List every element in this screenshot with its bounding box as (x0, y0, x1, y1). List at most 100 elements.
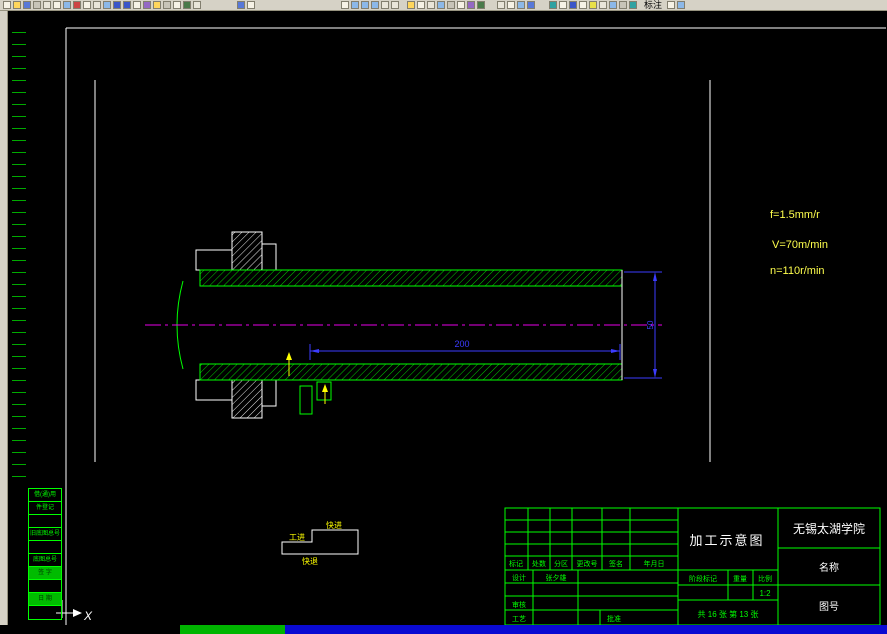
dimension-toolbar-label: 标注 (644, 0, 663, 10)
toolbar-group-edit (236, 0, 256, 10)
status-bar-blue-segment (285, 625, 887, 634)
design-label: 设计 (512, 573, 526, 582)
polar-tracking-icon[interactable] (527, 1, 535, 9)
make-layer-current-icon[interactable] (427, 1, 435, 9)
left-dock-strip (0, 11, 8, 625)
zoom-previous-icon[interactable] (371, 1, 379, 9)
stage-mark-label: 阶段标记 (689, 574, 717, 583)
layer-states-icon[interactable] (417, 1, 425, 9)
dim-style-icon[interactable] (609, 1, 617, 9)
cad-application-window: 标注 200 50 f=1.5mm/r V=70m/min n=110r/min… (0, 0, 887, 634)
side-table-row (29, 515, 61, 528)
work-feed-label: 工进 (289, 533, 305, 542)
title-block-labels: 标记 处数 分区 更改号 签名 年月日 设计 张夕雄 审核 工艺 批准 阶段标记… (509, 559, 772, 623)
toolbar-group-snap (496, 0, 536, 10)
help-icon[interactable] (237, 1, 245, 9)
side-table-row: 旧底图总号 (29, 528, 61, 541)
plot-preview-icon[interactable] (43, 1, 51, 9)
sheet-count: 共 16 张 第 13 张 (698, 609, 759, 619)
process-label: 工艺 (512, 615, 526, 623)
color-control-icon[interactable] (467, 1, 475, 9)
side-table-row (29, 606, 61, 619)
cutting-tool (286, 352, 332, 415)
match-properties-icon[interactable] (103, 1, 111, 9)
text-style-icon[interactable] (599, 1, 607, 9)
copy-icon[interactable] (83, 1, 91, 9)
measure-icon[interactable] (183, 1, 191, 9)
cut-icon[interactable] (73, 1, 81, 9)
drawing-canvas-area[interactable]: 200 50 f=1.5mm/r V=70m/min n=110r/min 快进… (8, 11, 887, 625)
paste-icon[interactable] (93, 1, 101, 9)
toolbar-group-layer (406, 0, 486, 10)
side-table-row (29, 541, 61, 554)
pan-icon[interactable] (341, 1, 349, 9)
toolbar-group-style (548, 0, 638, 10)
rev-header-mark: 标记 (509, 559, 523, 568)
plot-style-icon[interactable] (477, 1, 485, 9)
zoom-in-icon[interactable] (381, 1, 389, 9)
side-table-row: 签 字 (29, 567, 61, 580)
layer-properties-icon[interactable] (407, 1, 415, 9)
status-bar (0, 625, 887, 634)
ucs-x-label: X (83, 609, 93, 623)
cutting-speed-text: V=70m/min (772, 239, 828, 251)
grid-icon[interactable] (517, 1, 525, 9)
linetype-bylayer-icon[interactable] (579, 1, 587, 9)
rev-header-signature: 签名 (609, 559, 623, 568)
ortho-icon[interactable] (507, 1, 515, 9)
plot-icon[interactable] (33, 1, 41, 9)
insert-block-icon[interactable] (143, 1, 151, 9)
open-file-icon[interactable] (13, 1, 21, 9)
lineweight-icon[interactable] (457, 1, 465, 9)
side-table-row: 底图总号 (29, 554, 61, 567)
layer-toggle-icon[interactable] (559, 1, 567, 9)
drawing-number-label: 图号 (819, 601, 839, 613)
text-icon[interactable] (163, 1, 171, 9)
rev-header-count: 处数 (532, 559, 546, 568)
drawing-title: 加工示意图 (689, 533, 764, 548)
hatch-icon[interactable] (153, 1, 161, 9)
rapid-return-label: 快退 (302, 556, 318, 566)
toolbar: 标注 (0, 0, 887, 11)
scale-value: 1:2 (759, 589, 771, 598)
redo-icon[interactable] (123, 1, 131, 9)
side-table-row: 借(通)用 (29, 489, 61, 502)
rapid-advance-label: 快进 (326, 520, 342, 530)
publish-icon[interactable] (53, 1, 61, 9)
zoom-window-icon[interactable] (361, 1, 369, 9)
spindle-speed-text: n=110r/min (770, 265, 825, 277)
layer-color-swatch-icon[interactable] (549, 1, 557, 9)
drawing-svg[interactable]: 200 50 f=1.5mm/r V=70m/min n=110r/min 快进… (8, 11, 887, 625)
rev-header-date: 年月日 (644, 559, 665, 568)
feed-cycle-diagram: 快进 工进 快退 (281, 520, 359, 566)
find-icon[interactable] (63, 1, 71, 9)
status-bar-green-segment (180, 625, 285, 634)
linetype-icon[interactable] (447, 1, 455, 9)
calculator-icon[interactable] (193, 1, 201, 9)
status-bar-left-segment (0, 625, 180, 634)
side-table-row: 日 期 (29, 593, 61, 606)
toolbar-group-file (2, 0, 202, 10)
color-bylayer-icon[interactable] (569, 1, 577, 9)
zoom-out-icon[interactable] (391, 1, 399, 9)
rev-header-zone: 分区 (554, 559, 568, 568)
linear-dimension-icon[interactable] (667, 1, 676, 9)
current-color-icon[interactable] (589, 1, 597, 9)
save-icon[interactable] (23, 1, 31, 9)
table-icon[interactable] (173, 1, 181, 9)
scale-label: 比例 (758, 574, 772, 583)
zoom-realtime-icon[interactable] (351, 1, 359, 9)
hyperlink-icon[interactable] (133, 1, 141, 9)
undo-icon[interactable] (113, 1, 121, 9)
new-file-icon[interactable] (3, 1, 11, 9)
object-snap-icon[interactable] (497, 1, 505, 9)
length-dimension-text: 200 (454, 339, 469, 349)
side-table-row: 件登记 (29, 502, 61, 515)
aligned-dimension-icon[interactable] (677, 1, 686, 9)
workspace-icon[interactable] (629, 1, 637, 9)
layer-previous-icon[interactable] (437, 1, 445, 9)
name-label: 名称 (819, 561, 839, 574)
standards-icon[interactable] (619, 1, 627, 9)
side-annotation-table: 借(通)用 件登记 旧底图总号 底图总号 签 字 日 期 (28, 488, 62, 620)
refresh-icon[interactable] (247, 1, 255, 9)
